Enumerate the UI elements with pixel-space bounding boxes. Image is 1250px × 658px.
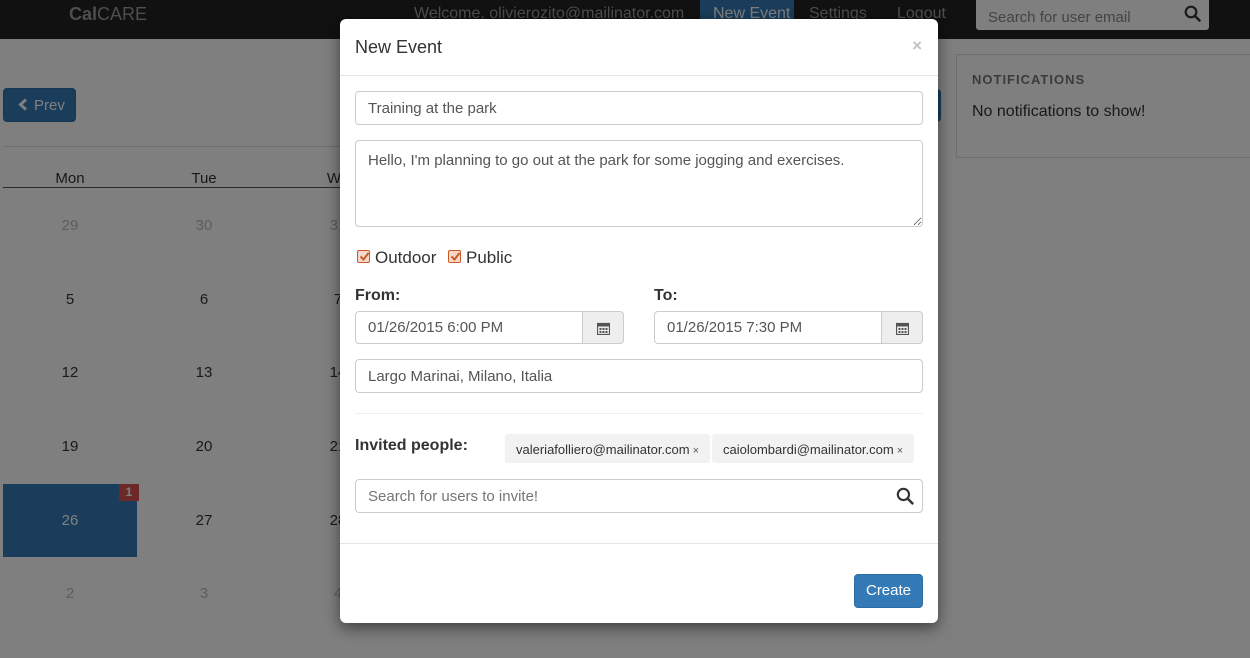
remove-icon[interactable]: × [897, 445, 903, 457]
invited-person-tag: valeriafolliero@mailinator.com × [505, 434, 711, 463]
from-label: From: [355, 287, 401, 304]
search-icon[interactable] [896, 487, 914, 510]
from-calendar-button[interactable] [582, 311, 624, 344]
close-icon[interactable]: × [912, 36, 922, 56]
event-description-textarea[interactable]: Hello, I'm planning to go out at the par… [355, 140, 923, 227]
invited-person-tag: caiolombardi@mailinator.com × [712, 434, 915, 463]
calendar-icon [896, 322, 909, 335]
outdoor-label: Outdoor [375, 248, 437, 267]
invited-people-label: Invited people: [355, 437, 468, 454]
invite-search-input[interactable] [355, 479, 923, 513]
modal-title: New Event [355, 37, 443, 57]
calendar-icon [597, 322, 610, 335]
location-input[interactable] [355, 359, 923, 393]
to-label: To: [654, 287, 678, 304]
from-datetime-input[interactable] [355, 311, 583, 344]
section-divider [355, 413, 923, 414]
remove-icon[interactable]: × [693, 445, 699, 457]
public-label: Public [466, 248, 513, 267]
checkbox-checked-icon[interactable] [357, 250, 370, 263]
modal-footer-divider [340, 543, 938, 544]
new-event-modal: New Event × Hello, I'm planning to go ou… [340, 19, 938, 623]
modal-header-divider [340, 75, 938, 76]
event-title-input[interactable] [355, 91, 923, 125]
to-datetime-input[interactable] [654, 311, 882, 344]
create-button[interactable]: Create [854, 574, 923, 608]
checkbox-checked-icon[interactable] [448, 250, 461, 263]
to-calendar-button[interactable] [881, 311, 923, 344]
